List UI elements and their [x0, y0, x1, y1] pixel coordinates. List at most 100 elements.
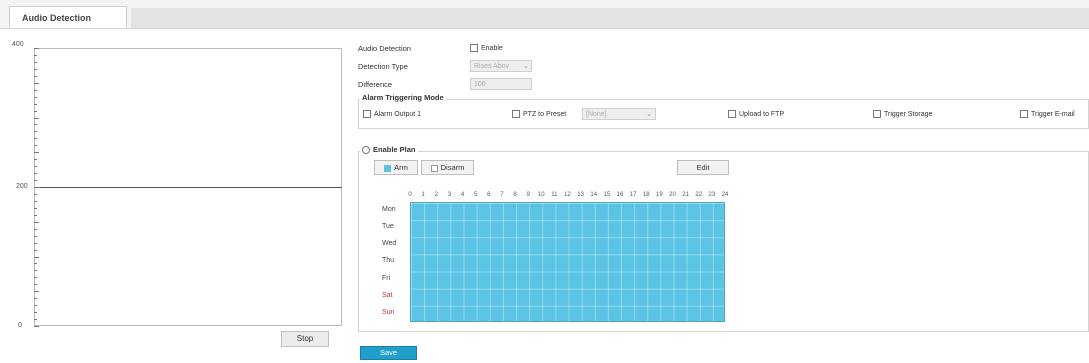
- graph-tick: [34, 68, 37, 70]
- hour-label: 18: [642, 192, 650, 198]
- save-button[interactable]: Save: [360, 346, 417, 360]
- graph-tick: [34, 193, 37, 195]
- hour-label: 17: [629, 192, 637, 198]
- trigger-email-checkbox[interactable]: [1020, 110, 1028, 118]
- graph-tick: [34, 110, 37, 112]
- graph-tick: [34, 61, 37, 63]
- ptz-preset-value: [None]: [586, 111, 607, 118]
- graph-tick: [34, 180, 37, 182]
- graph-tick: [34, 48, 39, 49]
- hour-label: 2: [434, 192, 438, 198]
- enable-checkbox-wrap[interactable]: Enable: [470, 44, 503, 52]
- graph-tick: [34, 124, 37, 126]
- alarm-triggering-legend: Alarm Triggering Mode: [360, 93, 446, 102]
- y-axis-min-label: 0: [18, 322, 22, 329]
- graph-tick: [34, 277, 37, 279]
- hour-label: 24: [721, 192, 729, 198]
- graph-threshold-line: [34, 187, 342, 188]
- graph-tick: [34, 235, 37, 237]
- graph-tick: [34, 54, 37, 56]
- edit-button[interactable]: Edit: [677, 160, 729, 175]
- alarm-output-label: Alarm Output 1: [374, 110, 422, 118]
- day-label: Sat: [382, 291, 393, 299]
- hour-label: 9: [526, 192, 530, 198]
- tab-audio-detection[interactable]: Audio Detection: [9, 6, 127, 28]
- trigger-storage-option[interactable]: Trigger Storage: [873, 110, 932, 118]
- graph-tick: [34, 166, 37, 168]
- graph-tick: [34, 96, 37, 98]
- disarm-button[interactable]: Disarm: [421, 160, 474, 175]
- ptz-preset-select[interactable]: [None] ⌄: [582, 108, 656, 120]
- hour-label: 12: [564, 192, 571, 198]
- y-axis-max-label: 400: [12, 41, 24, 48]
- graph-tick: [34, 103, 37, 105]
- alarm-output-option[interactable]: Alarm Output 1: [363, 110, 421, 118]
- hour-label: 20: [669, 192, 676, 198]
- day-label: Tue: [382, 223, 394, 231]
- enable-plan-option[interactable]: Enable Plan: [360, 145, 418, 155]
- upload-ftp-checkbox[interactable]: [728, 110, 736, 118]
- disarm-color-swatch: [430, 164, 438, 172]
- upload-ftp-option[interactable]: Upload to FTP: [728, 110, 784, 118]
- difference-value: 100: [474, 81, 486, 88]
- hour-label: 10: [537, 192, 545, 198]
- graph-tick: [34, 207, 37, 209]
- graph-tick: [34, 187, 39, 188]
- stop-button[interactable]: Stop: [281, 331, 329, 347]
- graph-tick: [34, 152, 39, 154]
- hour-label: 13: [577, 192, 584, 198]
- hour-label: 22: [695, 192, 703, 198]
- graph-tick: [34, 228, 37, 230]
- graph-tick: [34, 82, 39, 84]
- graph-tick: [34, 173, 37, 175]
- enable-plan-checkbox[interactable]: [362, 146, 370, 155]
- hour-label: 7: [500, 192, 504, 198]
- trigger-email-option[interactable]: Trigger E-mail: [1020, 110, 1089, 118]
- day-label: Wed: [382, 240, 397, 248]
- graph-tick: [34, 89, 37, 91]
- graph-tick: [34, 270, 37, 272]
- alarm-output-checkbox[interactable]: [363, 110, 371, 118]
- hour-label: 6: [487, 192, 491, 198]
- hour-label: 4: [460, 192, 465, 198]
- graph-tick: [34, 319, 37, 321]
- graph-tick: [34, 256, 39, 258]
- enable-checkbox[interactable]: [470, 44, 478, 52]
- day-label: Fri: [382, 274, 391, 282]
- ptz-preset-checkbox[interactable]: [512, 110, 520, 118]
- disarm-label: Disarm: [440, 163, 465, 172]
- upload-ftp-label: Upload to FTP: [739, 110, 785, 118]
- graph-tick: [34, 75, 37, 77]
- chevron-down-icon: ⌄: [646, 111, 652, 118]
- tab-strip: [131, 8, 1089, 29]
- y-axis-mid-label: 200: [16, 183, 28, 190]
- trigger-storage-checkbox[interactable]: [873, 110, 881, 118]
- arm-color-swatch: [384, 164, 392, 172]
- difference-input[interactable]: 100: [470, 78, 532, 90]
- graph-tick: [34, 326, 39, 327]
- difference-label: Difference: [358, 80, 393, 89]
- graph-tick: [34, 249, 37, 251]
- graph-tick: [34, 145, 37, 147]
- ptz-preset-option[interactable]: PTZ to Preset: [512, 110, 566, 118]
- hour-label: 11: [551, 192, 558, 198]
- schedule-grid[interactable]: [410, 202, 725, 322]
- hour-label: 8: [513, 192, 517, 198]
- alarm-triggering-fieldset: [358, 99, 1089, 129]
- graph-tick: [34, 242, 37, 244]
- ptz-preset-label: PTZ to Preset: [523, 110, 567, 118]
- hour-label: 0: [408, 192, 412, 198]
- detection-type-select[interactable]: Rises Abov ⌄: [470, 60, 532, 72]
- graph-tick: [34, 305, 37, 307]
- arm-button[interactable]: Arm: [374, 160, 418, 175]
- arm-label: Arm: [394, 163, 408, 172]
- trigger-email-label: Trigger E-mail: [1031, 110, 1075, 118]
- graph-tick: [34, 131, 37, 133]
- hour-label: 3: [447, 192, 452, 198]
- graph-tick: [34, 291, 39, 293]
- graph-tick: [34, 214, 37, 216]
- graph-tick: [34, 200, 37, 202]
- graph-tick: [34, 284, 37, 286]
- graph-tick: [34, 221, 39, 223]
- trigger-storage-label: Trigger Storage: [884, 110, 933, 118]
